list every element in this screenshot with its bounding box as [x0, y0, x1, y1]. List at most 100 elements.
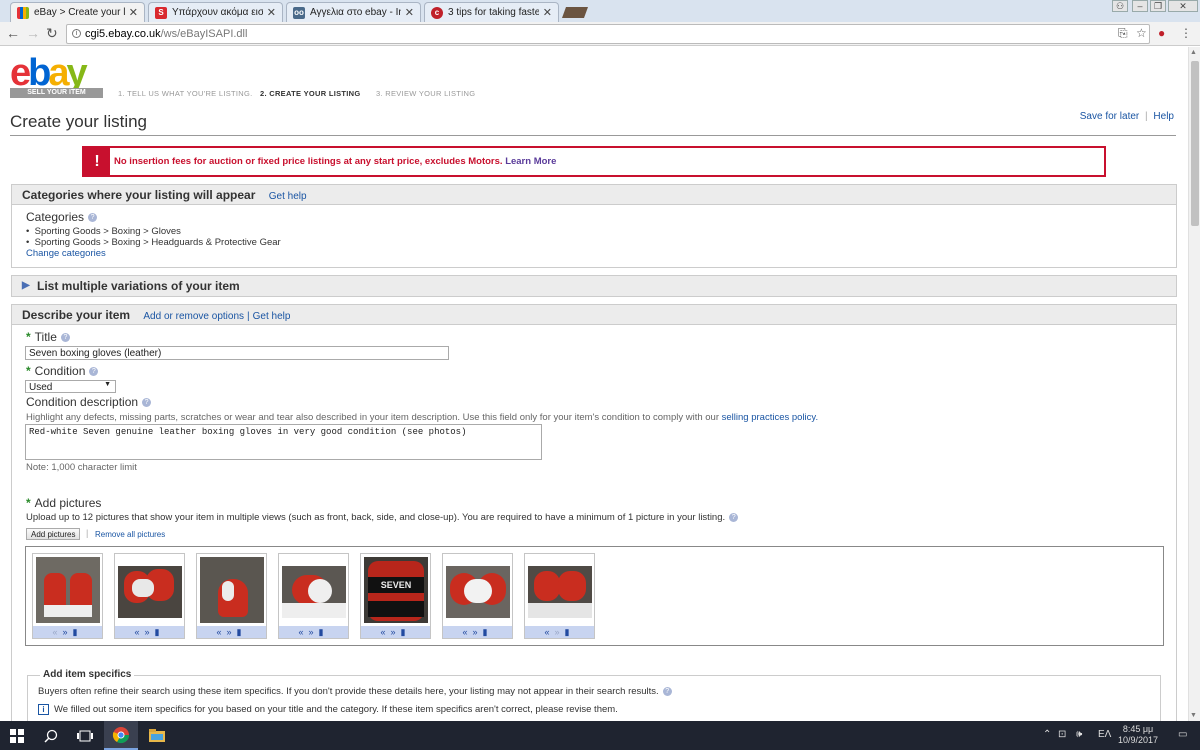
move-left-icon[interactable]: « — [217, 627, 227, 637]
tab-tickets[interactable]: S Υπάρχουν ακόμα εισιτήρια ✕ — [148, 2, 283, 22]
move-left-icon[interactable]: « — [463, 627, 473, 637]
tab-ebay-ad[interactable]: oo Αγγελια στο ebay - Internet ✕ — [286, 2, 421, 22]
volume-icon[interactable]: 🕪 — [1076, 729, 1082, 740]
describe-get-help-link[interactable]: Get help — [253, 311, 291, 322]
trash-icon[interactable]: ▮ — [155, 627, 165, 637]
scroll-up-icon[interactable]: ▲ — [1190, 49, 1197, 56]
trash-icon[interactable]: ▮ — [237, 627, 247, 637]
condition-select[interactable]: Used ▼ — [25, 380, 116, 393]
move-right-icon[interactable]: » — [227, 627, 237, 637]
new-tab-button[interactable] — [561, 7, 589, 18]
maximize-icon[interactable]: ❐ — [1150, 0, 1166, 12]
ebay-favicon — [17, 6, 29, 19]
notifications-icon[interactable]: ▭ — [1178, 729, 1187, 740]
file-explorer-icon[interactable] — [140, 721, 174, 750]
picture-controls[interactable]: «»▮ — [443, 626, 512, 638]
help-icon[interactable]: ? — [60, 333, 70, 343]
help-icon[interactable]: ? — [662, 686, 672, 696]
close-icon[interactable]: ✕ — [405, 6, 414, 19]
move-right-icon[interactable]: » — [555, 627, 565, 637]
extension-icon[interactable]: ● — [1158, 26, 1165, 40]
help-link[interactable]: Help — [1153, 111, 1174, 122]
categories-get-help-link[interactable]: Get help — [269, 191, 307, 202]
move-right-icon[interactable]: » — [391, 627, 401, 637]
trash-icon[interactable]: ▮ — [73, 627, 83, 637]
info-icon[interactable]: i — [72, 29, 81, 38]
vertical-scrollbar[interactable]: ▲ ▼ — [1188, 47, 1200, 721]
language-indicator[interactable]: ΕΛ — [1098, 729, 1111, 740]
windows-start-icon[interactable] — [0, 721, 34, 750]
picture-controls[interactable]: «»▮ — [115, 626, 184, 638]
condition-description-textarea[interactable]: Red-white Seven genuine leather boxing g… — [25, 424, 542, 460]
title-input[interactable]: Seven boxing gloves (leather) — [25, 346, 449, 360]
trash-icon[interactable]: ▮ — [565, 627, 575, 637]
learn-more-link[interactable]: Learn More — [505, 156, 556, 167]
move-right-icon[interactable]: » — [473, 627, 483, 637]
picture-thumbnail-5[interactable]: SEVEN «»▮ — [360, 553, 431, 639]
picture-thumbnail-7[interactable]: «»▮ — [524, 553, 595, 639]
trash-icon[interactable]: ▮ — [401, 627, 411, 637]
move-right-icon[interactable]: » — [63, 627, 73, 637]
picture-thumbnail-4[interactable]: «»▮ — [278, 553, 349, 639]
picture-thumbnail-6[interactable]: «»▮ — [442, 553, 513, 639]
chrome-taskbar-icon[interactable] — [104, 721, 138, 750]
remove-all-pictures-link[interactable]: Remove all pictures — [95, 530, 165, 539]
picture-controls[interactable]: «»▮ — [279, 626, 348, 638]
pictures-hint-text: Upload up to 12 pictures that show your … — [26, 512, 726, 523]
close-icon[interactable]: ✕ — [129, 6, 138, 19]
scrollbar-thumb[interactable] — [1191, 61, 1199, 226]
selling-practices-policy-link[interactable]: selling practices policy. — [722, 412, 818, 423]
menu-icon[interactable]: ⋮ — [1180, 26, 1192, 40]
tab-screenshot-tips[interactable]: c 3 tips for taking faster sc ✕ — [424, 2, 559, 22]
close-icon[interactable]: ✕ — [543, 6, 552, 19]
help-icon[interactable]: ? — [88, 213, 98, 223]
picture-thumbnail-3[interactable]: «»▮ — [196, 553, 267, 639]
move-left-icon[interactable]: « — [299, 627, 309, 637]
condition-selected-value: Used — [29, 382, 53, 393]
scroll-down-icon[interactable]: ▼ — [1190, 712, 1197, 719]
network-icon[interactable]: ⊡ — [1058, 729, 1066, 740]
move-left-icon[interactable]: « — [53, 627, 63, 637]
picture-controls[interactable]: «»▮ — [525, 626, 594, 638]
picture-controls[interactable]: «»▮ — [361, 626, 430, 638]
close-icon[interactable]: ✕ — [267, 6, 276, 19]
move-left-icon[interactable]: « — [381, 627, 391, 637]
star-icon[interactable]: ☆ — [1136, 26, 1147, 40]
move-left-icon[interactable]: « — [135, 627, 145, 637]
picture-controls[interactable]: «»▮ — [197, 626, 266, 638]
minimize-icon[interactable]: – — [1132, 0, 1148, 12]
reload-icon[interactable]: ↻ — [46, 25, 58, 42]
tab-ebay-create-listing[interactable]: eBay > Create your listing ✕ — [10, 2, 145, 22]
move-right-icon[interactable]: » — [309, 627, 319, 637]
add-remove-options-link[interactable]: Add or remove options — [143, 311, 244, 322]
trash-icon[interactable]: ▮ — [483, 627, 493, 637]
profile-icon[interactable]: ⚇ — [1112, 0, 1128, 12]
task-view-icon[interactable] — [68, 721, 102, 750]
move-right-icon[interactable]: » — [145, 627, 155, 637]
picture-controls[interactable]: «»▮ — [33, 626, 102, 638]
variations-heading[interactable]: ▶ List multiple variations of your item — [12, 276, 1176, 296]
add-pictures-button[interactable]: Add pictures — [26, 528, 81, 540]
variations-panel[interactable]: ▶ List multiple variations of your item — [11, 275, 1177, 297]
picture-thumbnail-2[interactable]: «»▮ — [114, 553, 185, 639]
trash-icon[interactable]: ▮ — [319, 627, 329, 637]
item-specifics-info: i We filled out some item specifics for y… — [38, 704, 618, 715]
url-field[interactable]: i cgi5.ebay.co.uk/ws/eBayISAPI.dll — [66, 24, 1150, 44]
expand-triangle-icon[interactable]: ▶ — [22, 276, 30, 296]
change-categories-link[interactable]: Change categories — [26, 248, 106, 259]
url-path: /ws/eBayISAPI.dll — [160, 28, 248, 40]
back-icon[interactable]: ← — [6, 25, 20, 41]
chevron-up-icon[interactable]: ⌃ — [1043, 729, 1051, 740]
help-icon[interactable]: ? — [142, 398, 152, 408]
window-close-icon[interactable]: ✕ — [1168, 0, 1198, 12]
ebay-logo[interactable]: ebay — [10, 53, 88, 93]
save-for-later-link[interactable]: Save for later — [1080, 111, 1139, 122]
forward-icon[interactable]: → — [26, 25, 40, 41]
picture-thumbnail-1[interactable]: «»▮ — [32, 553, 103, 639]
move-left-icon[interactable]: « — [545, 627, 555, 637]
translate-icon[interactable]: ⎘ — [1118, 26, 1128, 41]
clock[interactable]: 8:45 μμ 10/9/2017 — [1118, 724, 1158, 746]
search-icon[interactable] — [34, 721, 68, 750]
help-icon[interactable]: ? — [89, 367, 99, 377]
help-icon[interactable]: ? — [729, 512, 739, 522]
